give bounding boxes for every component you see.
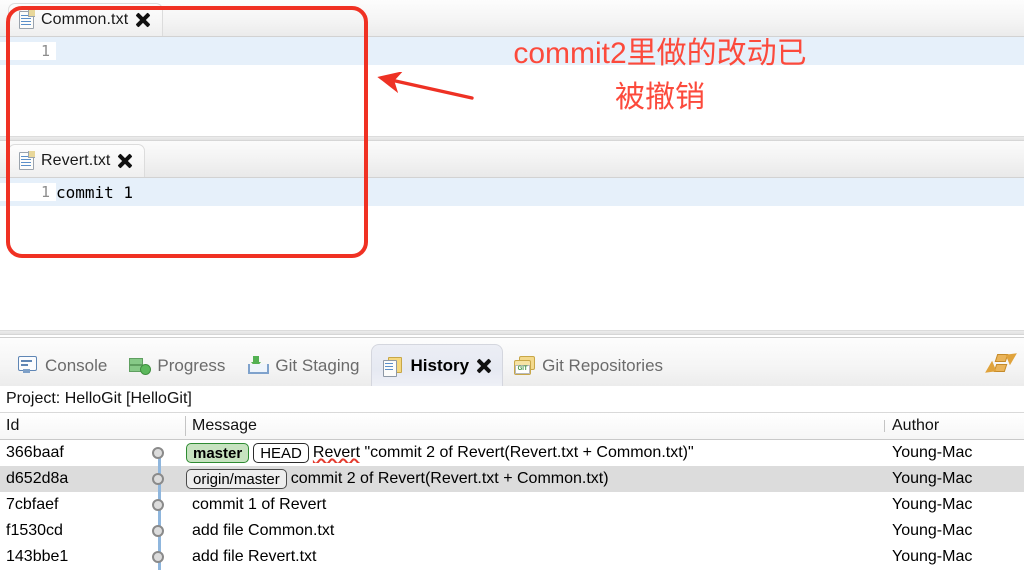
- commit-author: Young-Mac: [892, 548, 973, 565]
- refresh-arrows-icon[interactable]: [984, 348, 1018, 378]
- tab-label: Console: [45, 355, 108, 375]
- tab-label: Progress: [157, 355, 226, 375]
- tab-label: History: [410, 356, 470, 375]
- text-file-icon: [19, 151, 35, 170]
- ref-badge-remote: origin/master: [186, 469, 287, 489]
- commit-graph-cell: [134, 544, 186, 570]
- project-label: Project: HelloGit [HelloGit]: [0, 386, 1024, 413]
- tab-history[interactable]: History: [370, 344, 504, 386]
- progress-icon: [129, 356, 152, 375]
- commit-id: f1530cd: [6, 522, 63, 539]
- table-row[interactable]: d652d8a origin/master commit 2 of Revert…: [0, 466, 1024, 492]
- commit-id: 143bbe1: [6, 548, 69, 565]
- history-icon: [382, 356, 403, 377]
- column-header-message[interactable]: Message: [186, 417, 884, 435]
- view-tabbar: Console Progress Git Staging History GIT: [0, 338, 1024, 386]
- text-file-icon: [19, 10, 35, 29]
- commit-message-cell: add file Common.txt: [186, 522, 884, 540]
- column-header-author[interactable]: Author: [884, 417, 1024, 435]
- tab-label: Git Staging: [275, 355, 360, 375]
- commit-graph-cell: [134, 492, 186, 518]
- close-icon[interactable]: [117, 154, 132, 169]
- editor-tabbar-common: Common.txt: [0, 0, 1024, 37]
- line-number: 1: [0, 42, 56, 60]
- table-row[interactable]: 7cbfaef commit 1 of Revert Young-Mac: [0, 492, 1024, 518]
- table-header-row: Id Message Author: [0, 413, 1024, 440]
- git-staging-icon: [247, 356, 270, 374]
- commit-graph-cell: [134, 466, 186, 492]
- tab-progress[interactable]: Progress: [118, 344, 236, 386]
- history-table: Id Message Author 366baaf master HEAD Re…: [0, 413, 1024, 570]
- commit-id: 7cbfaef: [6, 496, 59, 513]
- table-row[interactable]: 366baaf master HEAD Revert "commit 2 of …: [0, 440, 1024, 466]
- table-row[interactable]: 143bbe1 add file Revert.txt Young-Mac: [0, 544, 1024, 570]
- tab-label: Git Repositories: [542, 355, 664, 375]
- editor-tab-revert-txt[interactable]: Revert.txt: [8, 144, 146, 177]
- ref-badge-head: HEAD: [253, 443, 309, 463]
- editor-tab-label: Revert.txt: [41, 152, 111, 169]
- column-header-id[interactable]: Id: [0, 417, 134, 435]
- tab-git-repositories[interactable]: GIT Git Repositories: [503, 344, 674, 386]
- commit-message-cell: master HEAD Revert "commit 2 of Revert(R…: [186, 443, 884, 463]
- console-icon: [17, 356, 37, 374]
- code-line[interactable]: 1 commit 1: [0, 178, 1024, 206]
- ref-badge-branch: master: [186, 443, 250, 463]
- commit-author: Young-Mac: [892, 470, 973, 487]
- commit-graph-cell: [134, 440, 186, 466]
- tab-git-staging[interactable]: Git Staging: [236, 344, 370, 386]
- commit-author: Young-Mac: [892, 496, 973, 513]
- commit-message-cell: add file Revert.txt: [186, 548, 884, 566]
- commit-message: "commit 2 of Revert(Revert.txt + Common.…: [360, 444, 694, 461]
- commit-message-misspelled: Revert: [312, 444, 361, 461]
- bottom-sash[interactable]: [0, 330, 1024, 335]
- editor-tab-common-txt[interactable]: Common.txt: [8, 3, 164, 36]
- commit-id: 366baaf: [6, 444, 64, 461]
- table-row[interactable]: f1530cd add file Common.txt Young-Mac: [0, 518, 1024, 544]
- line-number: 1: [0, 183, 56, 201]
- commit-message: add file Common.txt: [192, 522, 335, 539]
- line-text: commit 1: [56, 182, 134, 202]
- commit-message: add file Revert.txt: [192, 548, 317, 565]
- close-icon[interactable]: [135, 13, 150, 28]
- editor-common-txt: Common.txt 1: [0, 0, 1024, 142]
- commit-id: d652d8a: [6, 470, 69, 487]
- commit-message: commit 2 of Revert(Revert.txt + Common.t…: [290, 470, 609, 487]
- close-icon[interactable]: [477, 359, 491, 373]
- commit-author: Young-Mac: [892, 444, 973, 461]
- commit-message: commit 1 of Revert: [192, 496, 327, 513]
- commit-graph-cell: [134, 518, 186, 544]
- commit-message-cell: commit 1 of Revert: [186, 496, 884, 514]
- tab-console[interactable]: Console: [6, 344, 118, 386]
- git-repositories-icon: GIT: [514, 356, 536, 375]
- bottom-view-stack: Console Progress Git Staging History GIT: [0, 337, 1024, 582]
- editor-revert-txt: Revert.txt 1 commit 1: [0, 141, 1024, 331]
- commit-author: Young-Mac: [892, 522, 973, 539]
- editor-area: Common.txt 1 Revert.txt 1 commit 1: [0, 0, 1024, 331]
- code-line[interactable]: 1: [0, 37, 1024, 65]
- commit-message-cell: origin/master commit 2 of Revert(Revert.…: [186, 469, 884, 489]
- editor-tab-label: Common.txt: [41, 11, 129, 28]
- editor-tabbar-revert: Revert.txt: [0, 141, 1024, 178]
- code-area-common[interactable]: 1: [0, 37, 1024, 142]
- code-area-revert[interactable]: 1 commit 1: [0, 178, 1024, 331]
